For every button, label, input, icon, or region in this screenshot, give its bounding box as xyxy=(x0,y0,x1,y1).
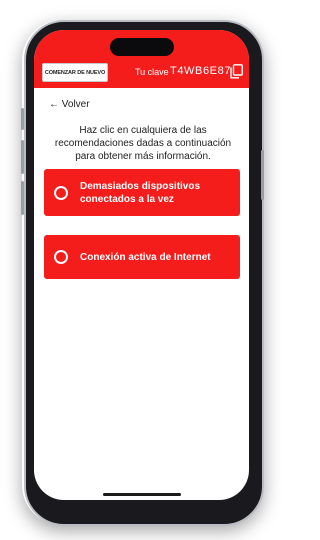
phone-power-button xyxy=(261,150,264,200)
app-screen: COMENZAR DE NUEVO Tu clave T4WB6E87 ← Vo… xyxy=(34,30,249,500)
phone-side-button xyxy=(21,108,24,130)
app-header: COMENZAR DE NUEVO Tu clave T4WB6E87 xyxy=(34,30,249,88)
option-too-many-devices[interactable]: Demasiados dispositivos conectados a la … xyxy=(44,169,240,216)
phone-side-button xyxy=(21,181,24,215)
back-link[interactable]: ← Volver xyxy=(49,99,90,110)
phone-side-button xyxy=(21,140,24,174)
instructions-text: Haz clic en cualquiera de las recomendac… xyxy=(54,125,232,162)
key-value: T4WB6E87 xyxy=(170,65,232,77)
option-active-connection[interactable]: Conexión activa de Internet xyxy=(44,235,240,279)
dynamic-island xyxy=(110,38,174,56)
key-label: Tu clave xyxy=(135,67,169,77)
home-indicator xyxy=(103,493,181,496)
option-label: Conexión activa de Internet xyxy=(80,251,211,263)
option-label: Demasiados dispositivos conectados a la … xyxy=(80,180,201,205)
radio-empty-icon[interactable] xyxy=(54,185,68,200)
copy-icon[interactable] xyxy=(230,64,243,79)
radio-empty-icon[interactable] xyxy=(54,250,68,264)
restart-button[interactable]: COMENZAR DE NUEVO xyxy=(42,63,108,82)
